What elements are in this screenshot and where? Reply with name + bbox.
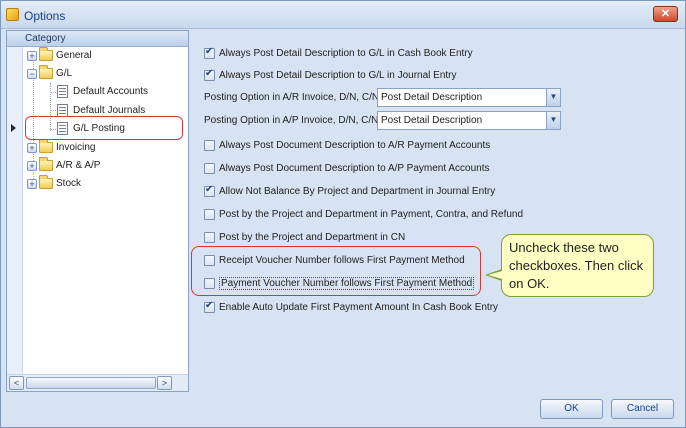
callout-text: Uncheck these two checkboxes. Then click…: [509, 240, 644, 291]
folder-icon: [39, 139, 53, 153]
tree-item-label: General: [56, 50, 92, 61]
combo-label: Posting Option in A/P Invoice, D/N, C/N: [204, 115, 379, 126]
callout-pointer-fill: [488, 271, 502, 279]
tree-item-ar-ap[interactable]: + A/R & A/P: [7, 157, 188, 175]
tree-item-label: Default Journals: [73, 105, 146, 116]
option-checkbox[interactable]: [204, 140, 215, 151]
combo-label: Posting Option in A/R Invoice, D/N, C/N: [204, 92, 380, 103]
option-checkbox[interactable]: [204, 46, 215, 59]
expand-icon[interactable]: +: [27, 51, 37, 61]
option-row[interactable]: Always Post Document Description to A/R …: [204, 137, 674, 155]
option-checkbox[interactable]: [204, 184, 215, 197]
ar-posting-option: Posting Option in A/R Invoice, D/N, C/N …: [204, 88, 564, 108]
option-row[interactable]: Post by the Project and Department in Pa…: [204, 206, 674, 224]
option-label: Post by the Project and Department in CN: [219, 232, 406, 243]
category-panel: Category + General − G/L Default Account…: [6, 30, 189, 392]
combo-value: Post Detail Description: [381, 92, 483, 103]
option-label: Post by the Project and Department in Pa…: [219, 209, 524, 220]
option-row[interactable]: Always Post Detail Description to G/L in…: [204, 67, 674, 85]
cancel-button[interactable]: Cancel: [611, 399, 674, 419]
title-bar: Options ✕: [1, 1, 685, 29]
option-label: Always Post Detail Description to G/L in…: [219, 48, 473, 59]
folder-icon: [39, 157, 53, 171]
horizontal-scrollbar[interactable]: < >: [7, 374, 188, 391]
tree-item-label: Stock: [56, 178, 82, 189]
scroll-thumb[interactable]: [26, 377, 156, 389]
ap-posting-option-dropdown[interactable]: Post Detail Description ▼: [377, 111, 561, 130]
folder-icon: [39, 175, 53, 189]
scroll-right-icon[interactable]: >: [157, 376, 172, 390]
option-checkbox[interactable]: [204, 163, 215, 174]
payment-voucher-checkbox[interactable]: [204, 278, 215, 289]
tree-item-invoicing[interactable]: + Invoicing: [7, 139, 188, 157]
combo-value: Post Detail Description: [381, 115, 483, 126]
tree-item-general[interactable]: + General: [7, 47, 188, 65]
option-checkbox[interactable]: [204, 300, 215, 313]
close-button[interactable]: ✕: [653, 6, 678, 22]
expand-icon[interactable]: +: [27, 143, 37, 153]
ok-button[interactable]: OK: [540, 399, 603, 419]
option-label: Always Post Detail Description to G/L in…: [219, 70, 457, 81]
option-row[interactable]: Always Post Document Description to A/P …: [204, 160, 674, 178]
option-label: Payment Voucher Number follows First Pay…: [219, 277, 475, 290]
tree-item-label: Default Accounts: [73, 86, 149, 97]
tree-item-stock[interactable]: + Stock: [7, 175, 188, 193]
option-checkbox[interactable]: [204, 68, 215, 81]
category-header-label: Category: [25, 33, 66, 44]
category-header: Category: [7, 31, 188, 47]
option-label: Allow Not Balance By Project and Departm…: [219, 186, 496, 197]
expand-icon[interactable]: +: [27, 161, 37, 171]
option-label: Receipt Voucher Number follows First Pay…: [219, 255, 465, 266]
folder-icon: [39, 65, 53, 79]
folder-icon: [39, 47, 53, 61]
tree-item-gl[interactable]: − G/L: [7, 65, 188, 83]
option-checkbox[interactable]: [204, 209, 215, 220]
tree-item-label: Invoicing: [56, 142, 96, 153]
ap-posting-option: Posting Option in A/P Invoice, D/N, C/N …: [204, 111, 564, 131]
option-row[interactable]: Allow Not Balance By Project and Departm…: [204, 183, 674, 201]
tree-item-label: A/R & A/P: [56, 160, 101, 171]
tree-item-default-accounts[interactable]: Default Accounts: [7, 83, 188, 101]
expand-icon[interactable]: +: [27, 179, 37, 189]
collapse-icon[interactable]: −: [27, 69, 37, 79]
window-title: Options: [24, 9, 66, 23]
ar-posting-option-dropdown[interactable]: Post Detail Description ▼: [377, 88, 561, 107]
option-label: Always Post Document Description to A/R …: [219, 140, 491, 151]
app-icon: [6, 8, 19, 21]
chevron-down-icon[interactable]: ▼: [546, 89, 560, 106]
tree-selection-highlight: [25, 116, 183, 140]
option-checkbox[interactable]: [204, 232, 215, 243]
option-row[interactable]: Enable Auto Update First Payment Amount …: [204, 299, 674, 317]
option-label: Enable Auto Update First Payment Amount …: [219, 302, 499, 313]
instruction-callout: Uncheck these two checkboxes. Then click…: [501, 234, 654, 297]
tree-item-label: G/L: [56, 68, 73, 79]
scroll-left-icon[interactable]: <: [9, 376, 24, 390]
current-row-arrow-icon: [11, 124, 16, 132]
option-label: Always Post Document Description to A/P …: [219, 163, 490, 174]
options-dialog: Options ✕ Category + General − G/L Defau…: [0, 0, 686, 428]
document-icon: [57, 85, 68, 98]
option-row[interactable]: Always Post Detail Description to G/L in…: [204, 45, 674, 63]
chevron-down-icon[interactable]: ▼: [546, 112, 560, 129]
receipt-voucher-checkbox[interactable]: [204, 255, 215, 266]
